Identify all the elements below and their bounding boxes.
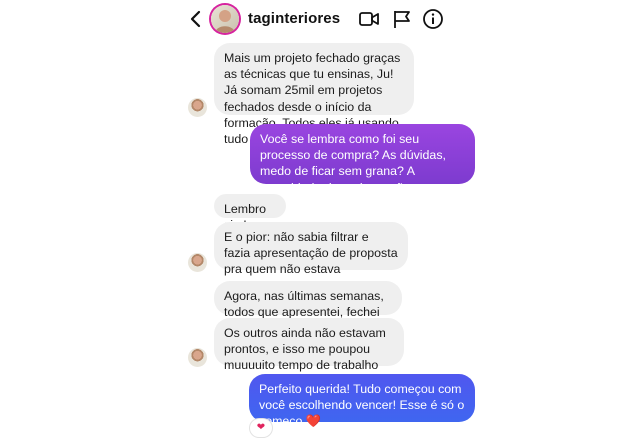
video-call-icon[interactable] bbox=[358, 8, 380, 30]
sender-avatar bbox=[188, 98, 207, 117]
message-bubble-incoming[interactable]: Agora, nas últimas semanas, todos que ap… bbox=[214, 281, 402, 319]
chat-header: taginteriores bbox=[0, 0, 630, 38]
message-bubble-incoming[interactable]: E o pior: não sabia filtrar e fazia apre… bbox=[214, 222, 408, 293]
message-bubble-incoming[interactable]: Os outros ainda não estavam prontos, e i… bbox=[214, 318, 404, 372]
back-chevron-icon[interactable] bbox=[188, 9, 204, 29]
message-bubble-outgoing[interactable]: Você se lembra como foi seu processo de … bbox=[250, 124, 475, 211]
info-icon[interactable] bbox=[422, 8, 444, 30]
profile-avatar[interactable] bbox=[211, 5, 239, 33]
avatar-photo-icon bbox=[215, 10, 235, 33]
message-bubble-incoming[interactable]: Lembro sim! bbox=[214, 194, 286, 232]
heart-reaction-icon[interactable]: ❤ bbox=[250, 419, 272, 437]
sender-avatar bbox=[188, 253, 207, 272]
message-bubble-outgoing[interactable]: Perfeito querida! Tudo começou com você … bbox=[249, 374, 475, 428]
message-bubble-incoming[interactable]: Mais um projeto fechado graças as técnic… bbox=[214, 43, 414, 146]
chat-username[interactable]: taginteriores bbox=[248, 10, 340, 27]
flag-icon[interactable] bbox=[391, 8, 413, 30]
sender-avatar bbox=[188, 348, 207, 367]
